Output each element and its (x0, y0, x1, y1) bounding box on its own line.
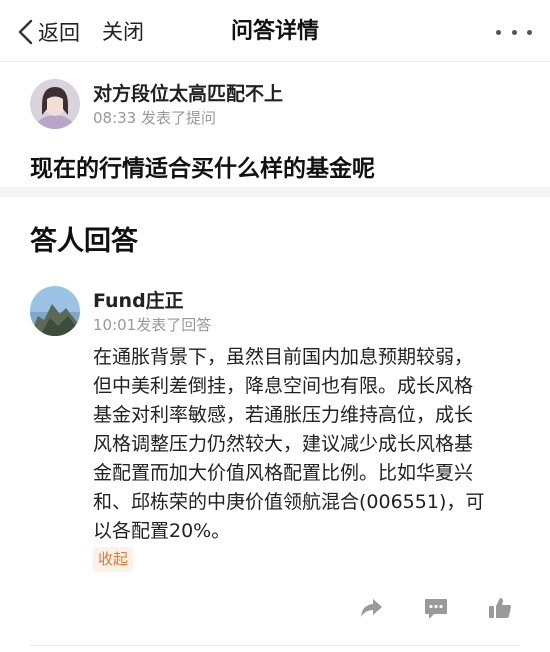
answer-line: 但中美利差倒挂，降息空间也有限。成长风格 (93, 375, 474, 397)
back-button[interactable]: 返回 (16, 16, 80, 48)
thumbs-up-icon (489, 598, 511, 618)
answerer-avatar-image (30, 286, 80, 336)
answer-line: 基金对利率敏感，若通胀压力维持高位，成长 (93, 404, 474, 426)
close-button[interactable]: 关闭 (102, 16, 144, 48)
answer-line: 在通胀背景下，虽然目前国内加息预期较弱， (93, 346, 474, 368)
collapse-button[interactable]: 收起 (93, 547, 134, 572)
answers-section: 答人回答 Fund庄正 10:01发表了回答 在通胀背景下，虽然目前国内加息预期… (0, 197, 550, 652)
comment-button[interactable] (423, 595, 449, 621)
bottom-divider (30, 645, 520, 646)
nav-bar: 返回 关闭 问答详情 (0, 0, 550, 62)
question-text: 现在的行情适合买什么样的基金呢 (30, 156, 375, 182)
answer-line: 金配置而加大价值风格配置比例。比如华夏兴 (93, 462, 474, 484)
more-dot (527, 29, 532, 35)
answerer-name[interactable]: Fund庄正 (93, 286, 184, 313)
share-icon (361, 599, 382, 617)
answer-line: 以各配置20%。 (93, 520, 231, 542)
avatar[interactable] (30, 79, 80, 129)
answer-line: 和、邱栋荣的中庚价值领航混合(006551)，可 (93, 491, 485, 513)
asker-name[interactable]: 对方段位太高匹配不上 (93, 79, 283, 106)
section-divider (0, 187, 550, 197)
avatar[interactable] (30, 286, 80, 336)
more-horizontal-icon (496, 29, 501, 35)
question-card: 对方段位太高匹配不上 08:33 发表了提问 现在的行情适合买什么样的基金呢 (0, 63, 550, 187)
answer-timestamp: 10:01发表了回答 (93, 316, 212, 334)
question-timestamp: 08:33 发表了提问 (93, 109, 216, 127)
like-button[interactable] (487, 595, 513, 621)
more-button[interactable] (496, 22, 532, 42)
asker-avatar-image (30, 79, 80, 129)
back-label: 返回 (38, 21, 80, 45)
comment-icon (425, 599, 447, 619)
answer-line: 风格调整压力仍然较大，建议减少成长风格基 (93, 433, 474, 455)
share-button[interactable] (358, 595, 384, 621)
page-title: 问答详情 (230, 19, 319, 44)
answer-text: 在通胀背景下，虽然目前国内加息预期较弱， 但中美利差倒挂，降息空间也有限。成长风… (93, 343, 525, 546)
answers-heading: 答人回答 (30, 226, 138, 257)
chevron-left-icon (18, 19, 33, 45)
more-dot (511, 29, 517, 35)
